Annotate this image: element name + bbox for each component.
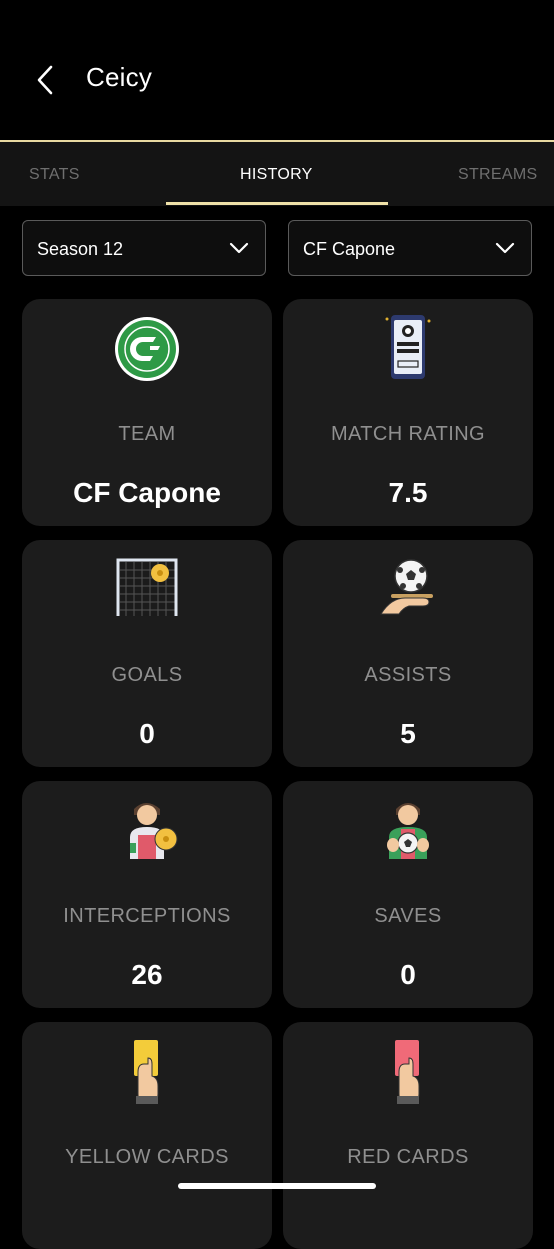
red-card-icon bbox=[395, 1040, 420, 1104]
stat-card-assists[interactable]: ASSISTS 5 bbox=[283, 540, 533, 767]
stat-card-red-cards[interactable]: RED CARDS bbox=[283, 1022, 533, 1249]
stat-card-goals[interactable]: GOALS 0 bbox=[22, 540, 272, 767]
stat-value: CF Capone bbox=[73, 477, 221, 508]
goalkeeper-icon bbox=[387, 803, 429, 859]
season-dropdown[interactable]: Season 12 bbox=[22, 220, 266, 276]
stat-label: INTERCEPTIONS bbox=[63, 905, 231, 927]
stat-value: 7.5 bbox=[388, 477, 428, 508]
tab-history[interactable]: HISTORY bbox=[240, 166, 313, 184]
page-title: Ceicy bbox=[86, 62, 153, 92]
app-header: Ceicy bbox=[0, 0, 554, 140]
stat-card-match-rating[interactable]: MATCH RATING 7.5 bbox=[283, 299, 533, 526]
stat-card-saves[interactable]: SAVES 0 bbox=[283, 781, 533, 1008]
yellow-card-icon bbox=[134, 1040, 159, 1104]
goal-net-icon bbox=[116, 558, 178, 616]
active-tab-indicator bbox=[166, 202, 388, 205]
player-with-ball-icon bbox=[130, 803, 178, 859]
back-button[interactable] bbox=[30, 60, 60, 100]
stat-label: YELLOW CARDS bbox=[65, 1146, 229, 1168]
chevron-down-icon bbox=[229, 242, 249, 254]
stat-label: TEAM bbox=[118, 423, 176, 445]
tab-bar: STATS HISTORY STREAMS bbox=[0, 142, 554, 206]
season-dropdown-value: Season 12 bbox=[37, 239, 124, 259]
stat-value: 26 bbox=[131, 959, 163, 990]
chevron-down-icon bbox=[495, 242, 515, 254]
stat-label: ASSISTS bbox=[364, 664, 452, 686]
stat-card-team[interactable]: TEAM CF Capone bbox=[22, 299, 272, 526]
stat-label: RED CARDS bbox=[347, 1146, 469, 1168]
stat-card-interceptions[interactable]: INTERCEPTIONS 26 bbox=[22, 781, 272, 1008]
tab-stats[interactable]: STATS bbox=[29, 166, 80, 184]
tab-streams[interactable]: STREAMS bbox=[458, 166, 537, 184]
team-dropdown[interactable]: CF Capone bbox=[288, 220, 532, 276]
home-indicator[interactable] bbox=[178, 1183, 376, 1189]
stat-label: MATCH RATING bbox=[330, 423, 486, 445]
stat-value: 5 bbox=[400, 718, 416, 749]
stat-card-yellow-cards[interactable]: YELLOW CARDS bbox=[22, 1022, 272, 1249]
team-crest-icon bbox=[115, 317, 179, 381]
ball-on-hand-icon bbox=[380, 559, 433, 615]
stat-value: 0 bbox=[400, 959, 416, 990]
match-rating-phone-icon bbox=[385, 315, 431, 379]
stat-label: GOALS bbox=[111, 664, 183, 686]
stat-value: 0 bbox=[139, 718, 155, 749]
stat-label: SAVES bbox=[374, 905, 442, 927]
team-dropdown-value: CF Capone bbox=[303, 239, 396, 259]
chevron-left-icon bbox=[37, 65, 53, 95]
